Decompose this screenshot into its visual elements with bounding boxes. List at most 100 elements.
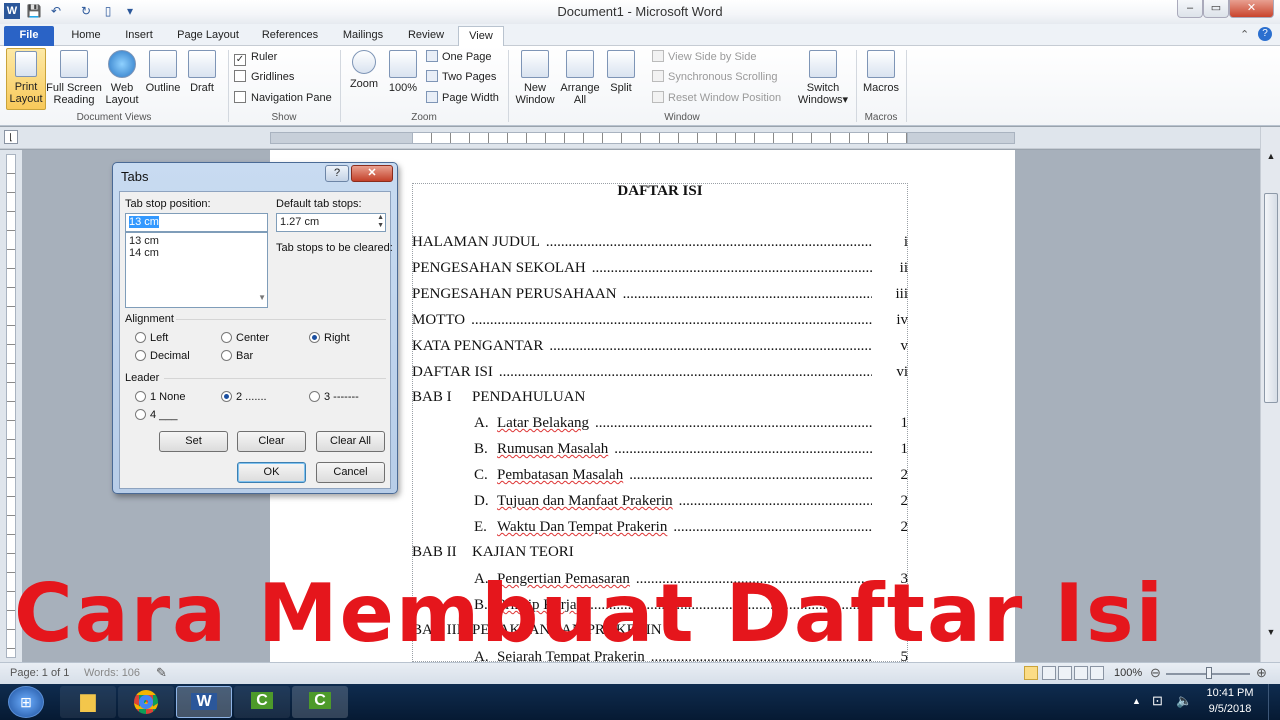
tab-review[interactable]: Review [400, 26, 452, 46]
word-count[interactable]: Words: 106 [84, 667, 140, 679]
tab-mailings[interactable]: Mailings [334, 26, 392, 46]
list-scroll-down-icon[interactable]: ▼ [258, 293, 266, 302]
align-center-label: Center [236, 332, 270, 344]
print-layout-button[interactable]: Print Layout [6, 48, 46, 110]
dialog-close-button[interactable]: ✕ [351, 165, 393, 182]
print-layout-label: Print Layout [9, 81, 43, 105]
ok-button[interactable]: OK [237, 462, 306, 483]
align-center-radio[interactable]: Center [221, 332, 269, 344]
scroll-down-icon[interactable]: ▼ [1264, 627, 1278, 639]
camtasia-icon[interactable]: C [234, 686, 290, 718]
split-button[interactable]: Split [604, 50, 638, 94]
clock-time[interactable]: 10:41 PM [1200, 687, 1260, 699]
start-button[interactable]: ⊞ [8, 686, 44, 718]
toc-entry-text: Tujuan dan Manfaat Prakerin [497, 493, 673, 509]
full-screen-view-icon[interactable] [1042, 666, 1056, 680]
volume-icon[interactable]: 🔈 [1176, 693, 1192, 709]
page-count[interactable]: Page: 1 of 1 [10, 667, 69, 679]
set-button[interactable]: Set [159, 431, 228, 452]
close-button[interactable]: ✕ [1229, 0, 1274, 18]
horizontal-ruler[interactable]: ⌊ [0, 127, 1280, 149]
help-icon[interactable]: ? [1258, 27, 1272, 41]
list-item[interactable]: 13 cm [129, 235, 264, 247]
show-desktop-button[interactable] [1268, 684, 1280, 720]
print-layout-view-icon[interactable] [1024, 666, 1038, 680]
navigation-pane-checkbox[interactable]: Navigation Pane [234, 89, 332, 107]
ruler-checkbox[interactable]: ✓ Ruler [234, 48, 277, 66]
tab-stop-position-input[interactable]: 13 cm [125, 213, 268, 232]
default-tab-stops-input[interactable]: 1.27 cm ▲ ▼ [276, 213, 386, 232]
scrollbar-thumb[interactable] [1264, 193, 1278, 403]
reset-window-position-button[interactable]: Reset Window Position [652, 89, 781, 107]
toc-entry-text: PENGESAHAN PERUSAHAAN [412, 286, 617, 302]
help-button[interactable]: ? [325, 165, 349, 182]
spinner-icon[interactable]: ▲ ▼ [377, 214, 384, 230]
tab-insert[interactable]: Insert [116, 26, 162, 46]
clear-all-button[interactable]: Clear All [316, 431, 385, 452]
draft-button[interactable]: Draft [184, 50, 220, 94]
web-layout-button[interactable]: Web Layout [102, 50, 142, 106]
minimize-button[interactable]: – [1177, 0, 1203, 18]
tab-home[interactable]: Home [62, 26, 110, 46]
two-pages-button[interactable]: Two Pages [426, 68, 496, 86]
tab-file[interactable]: File [4, 26, 54, 46]
clear-button[interactable]: Clear [237, 431, 306, 452]
tab-references[interactable]: References [254, 26, 326, 46]
page-width-button[interactable]: Page Width [426, 89, 499, 107]
sync-scroll-icon [652, 70, 664, 82]
tab-page-layout[interactable]: Page Layout [170, 26, 246, 46]
full-screen-reading-button[interactable]: Full Screen Reading [46, 50, 102, 106]
proofing-icon[interactable]: ✎ [156, 665, 167, 681]
arrange-all-button[interactable]: Arrange All [558, 50, 602, 106]
zoom-out-icon[interactable]: ⊖ [1150, 665, 1161, 681]
default-tab-stops-value: 1.27 cm [280, 216, 320, 228]
view-side-by-side-button[interactable]: View Side by Side [652, 48, 756, 66]
taskbar: ⊞ ▆ W C C ▲ ⊡ 🔈 10:41 PM 9/5/2018 [0, 684, 1280, 720]
group-window-label: Window [664, 112, 700, 123]
gridlines-checkbox[interactable]: Gridlines [234, 68, 294, 86]
new-window-button[interactable]: New Window [512, 50, 558, 106]
minimize-ribbon-icon[interactable]: ⌃ [1240, 28, 1249, 41]
clock-date[interactable]: 9/5/2018 [1200, 703, 1260, 715]
macros-button[interactable]: Macros [860, 50, 902, 94]
align-right-radio[interactable]: Right [309, 332, 350, 344]
zoom-in-icon[interactable]: ⊕ [1256, 665, 1267, 681]
leader-dashes-radio[interactable]: 3 ------- [309, 391, 359, 403]
toc-entry-text: PENGESAHAN SEKOLAH [412, 260, 586, 276]
outline-view-icon[interactable] [1074, 666, 1088, 680]
status-bar: Page: 1 of 1 Words: 106 ✎ 100% ⊖ ⊕ [0, 662, 1280, 684]
tab-stop-list[interactable]: 13 cm 14 cm ▼ [125, 232, 268, 308]
group-zoom-label: Zoom [411, 112, 437, 123]
tab-view[interactable]: View [458, 26, 504, 46]
scroll-up-icon[interactable]: ▲ [1264, 151, 1278, 165]
align-decimal-radio[interactable]: Decimal [135, 350, 190, 362]
switch-windows-button[interactable]: Switch Windows▾ [794, 50, 852, 106]
outline-button[interactable]: Outline [144, 50, 182, 94]
camtasia-recorder-icon[interactable]: C [292, 686, 348, 718]
chrome-icon[interactable] [118, 686, 174, 718]
file-explorer-icon[interactable]: ▆ [60, 686, 116, 718]
maximize-button[interactable]: ▭ [1203, 0, 1229, 18]
synchronous-scrolling-label: Synchronous Scrolling [668, 71, 778, 83]
zoom-button[interactable]: Zoom [346, 50, 382, 90]
leader-none-radio[interactable]: 1 None [135, 391, 185, 403]
network-icon[interactable]: ⊡ [1152, 693, 1163, 709]
tab-selector-icon[interactable]: ⌊ [4, 130, 18, 144]
toc-page-number: 2 [900, 519, 909, 535]
align-bar-radio[interactable]: Bar [221, 350, 253, 362]
draft-view-icon[interactable] [1090, 666, 1104, 680]
zoom-slider-thumb[interactable] [1206, 667, 1212, 679]
align-left-radio[interactable]: Left [135, 332, 168, 344]
leader-underline-radio[interactable]: 4 ___ [135, 409, 178, 421]
web-layout-view-icon[interactable] [1058, 666, 1072, 680]
one-page-button[interactable]: One Page [426, 48, 492, 66]
toc-page-number: ii [899, 260, 908, 276]
zoom-100-button[interactable]: 100% [386, 50, 420, 94]
word-taskbar-icon[interactable]: W [176, 686, 232, 718]
leader-dots-radio[interactable]: 2 ....... [221, 391, 267, 403]
cancel-button[interactable]: Cancel [316, 462, 385, 483]
synchronous-scrolling-button[interactable]: Synchronous Scrolling [652, 68, 777, 86]
show-hidden-icons-icon[interactable]: ▲ [1132, 696, 1141, 706]
list-item[interactable]: 14 cm [129, 247, 264, 259]
zoom-level[interactable]: 100% [1114, 667, 1142, 679]
